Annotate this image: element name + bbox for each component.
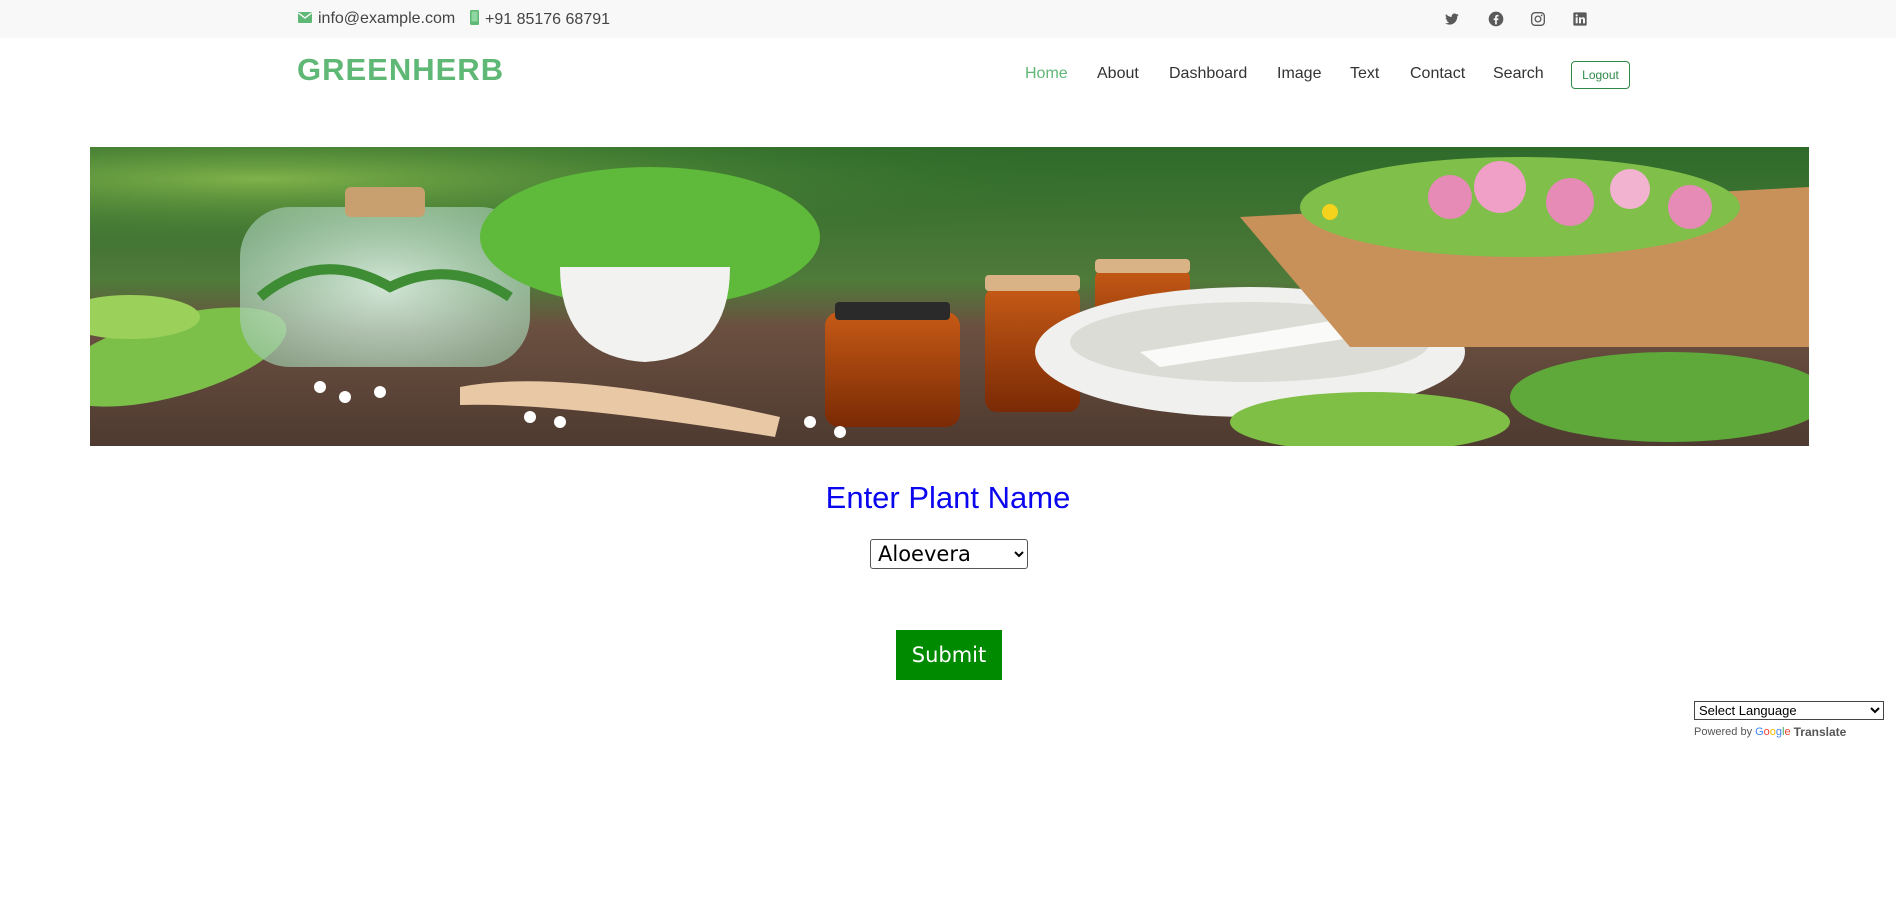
nav-dashboard[interactable]: Dashboard (1169, 65, 1247, 83)
nav-home[interactable]: Home (1025, 65, 1068, 83)
linkedin-icon[interactable] (1570, 9, 1590, 29)
site-logo[interactable]: GREENHERB (297, 52, 504, 88)
nav-contact[interactable]: Contact (1410, 65, 1465, 83)
language-select[interactable]: Select Language (1694, 701, 1884, 720)
translate-word: Translate (1793, 725, 1847, 739)
submit-button[interactable]: Submit (896, 630, 1002, 680)
google-logo[interactable]: Google (1755, 726, 1791, 738)
phone-icon (470, 10, 479, 30)
top-contact-bar: info@example.com +91 85176 68791 (0, 0, 1896, 38)
site-header: GREENHERB Home About Dashboard Image Tex… (0, 38, 1896, 110)
powered-by-text: Powered by (1694, 726, 1753, 738)
plant-name-select[interactable]: Aloevera (870, 539, 1028, 569)
logout-button[interactable]: Logout (1571, 61, 1630, 89)
nav-search[interactable]: Search (1493, 65, 1544, 83)
phone-text: +91 85176 68791 (485, 11, 611, 28)
nav-text[interactable]: Text (1350, 65, 1379, 83)
form-title: Enter Plant Name (825, 480, 1071, 515)
email-text: info@example.com (318, 10, 456, 27)
facebook-icon[interactable] (1486, 9, 1506, 29)
powered-by-google: Powered by Google Translate (1694, 725, 1884, 739)
email-contact[interactable]: info@example.com (298, 10, 455, 28)
nav-image[interactable]: Image (1277, 65, 1321, 83)
nav-about[interactable]: About (1097, 65, 1139, 83)
hero-banner-image (90, 147, 1809, 446)
instagram-icon[interactable] (1528, 9, 1548, 29)
google-translate-widget: Select Language Powered by Google Transl… (1694, 701, 1884, 739)
twitter-icon[interactable] (1442, 9, 1462, 29)
phone-contact[interactable]: +91 85176 68791 (470, 10, 610, 30)
envelope-icon (298, 10, 312, 28)
